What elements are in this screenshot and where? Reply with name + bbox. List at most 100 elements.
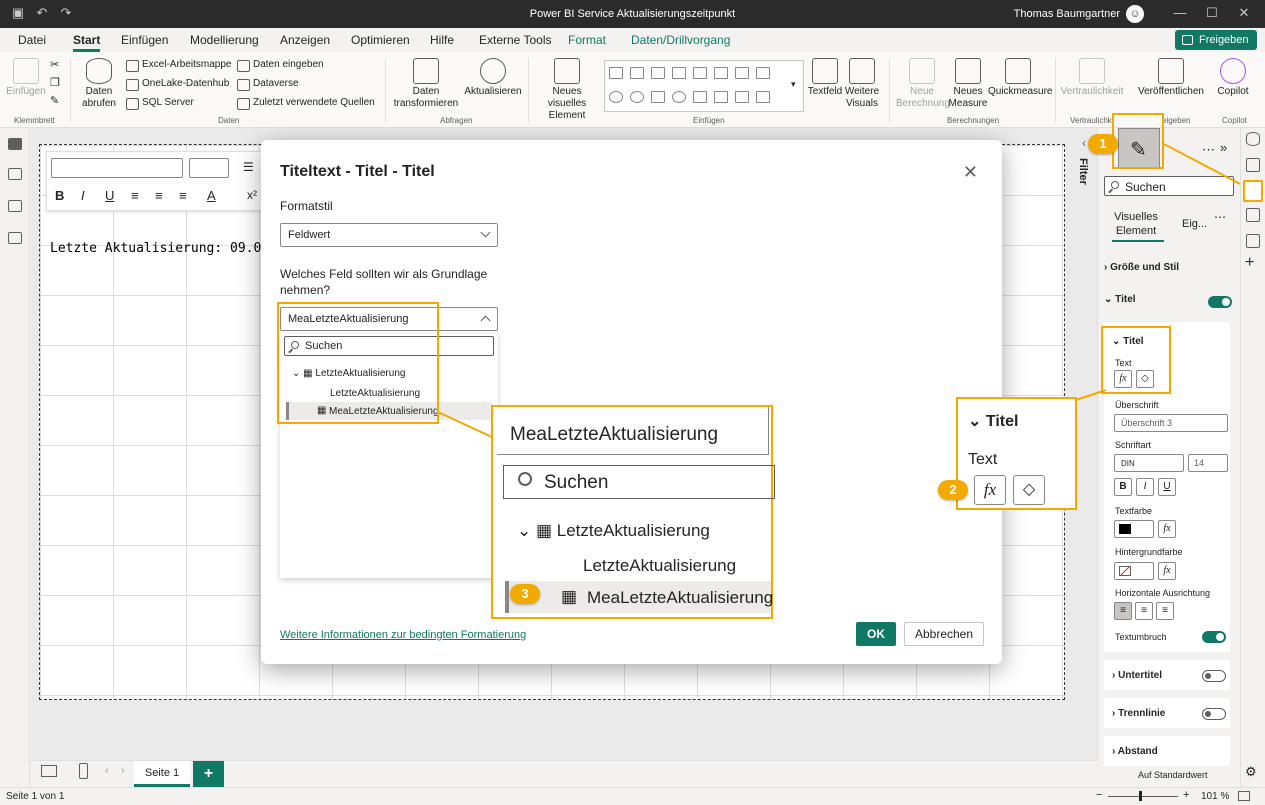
font-family-select[interactable] (51, 158, 183, 178)
refresh-button[interactable]: Aktualisieren (464, 58, 522, 98)
zoom-out-icon[interactable]: − (1096, 789, 1102, 801)
align-right-icon[interactable]: ≡ (179, 188, 187, 203)
divider-toggle[interactable] (1202, 708, 1226, 720)
tab-hilfe[interactable]: Hilfe (430, 33, 454, 47)
align-left-icon[interactable]: ≡ (131, 188, 139, 203)
tab-daten-drill[interactable]: Daten/Drillvorgang (631, 33, 730, 47)
italic-button[interactable]: I (1136, 478, 1154, 496)
tab-datei[interactable]: Datei (18, 33, 46, 47)
cancel-button[interactable]: Abbrechen (904, 622, 984, 646)
tab-format[interactable]: Format (568, 33, 606, 47)
size-style-section[interactable]: › Größe und Stil (1104, 262, 1230, 273)
format-style-dropdown[interactable]: Feldwert (280, 223, 498, 247)
superscript-icon[interactable]: x² (247, 188, 257, 202)
quick-measure-button[interactable]: Quickmeasure (988, 58, 1052, 98)
onelake-button[interactable]: OneLake-Datenhub (126, 77, 229, 91)
title-toggle[interactable] (1208, 296, 1232, 308)
font-size-input[interactable]: 14 (1188, 454, 1228, 472)
tab-externe-tools[interactable]: Externe Tools (479, 33, 552, 47)
copilot-button[interactable]: Copilot (1212, 58, 1254, 98)
model-view-icon[interactable] (8, 200, 22, 212)
clustered-bar-icon[interactable] (651, 67, 665, 79)
spacing-section[interactable]: › Abstand (1104, 736, 1230, 766)
recent-sources-button[interactable]: Zuletzt verwendete Quellen (237, 96, 375, 110)
maximize-icon[interactable]: ☐ (1204, 5, 1220, 21)
new-visual-button[interactable]: Neues visuelles Element (532, 58, 602, 122)
stacked-bar-icon[interactable] (609, 67, 623, 79)
kpi-icon[interactable] (714, 91, 728, 103)
line-chart-icon[interactable] (714, 67, 728, 79)
heading-dropdown[interactable]: Überschrift 3 (1114, 414, 1228, 432)
tab-einfuegen[interactable]: Einfügen (121, 33, 168, 47)
zoom-slider-thumb[interactable] (1139, 791, 1142, 801)
align-center-button[interactable]: ≡ (1135, 602, 1153, 620)
paste-button[interactable]: Einfügen (6, 58, 46, 98)
desktop-layout-icon[interactable] (41, 765, 57, 777)
matrix-icon[interactable] (756, 91, 770, 103)
table-icon[interactable] (735, 91, 749, 103)
prev-page-icon[interactable]: ‹ (105, 765, 109, 777)
cut-icon[interactable]: ✂ (50, 58, 59, 71)
copy-icon[interactable]: ❐ (50, 76, 60, 89)
card-icon[interactable] (693, 91, 707, 103)
analytics-icon[interactable] (1246, 208, 1260, 222)
publish-button[interactable]: Veröffentlichen (1136, 58, 1206, 98)
more-visuals-button[interactable]: Weitere Visuals (842, 58, 882, 110)
next-page-icon[interactable]: › (121, 765, 125, 777)
wrap-toggle[interactable] (1202, 631, 1226, 643)
share-button[interactable]: Freigeben ▾ (1175, 30, 1257, 66)
format-visual-icon[interactable] (1243, 180, 1263, 202)
underline-button[interactable]: U (1158, 478, 1176, 496)
transform-data-button[interactable]: Daten transformieren (390, 58, 462, 110)
donut-chart-icon[interactable] (630, 91, 644, 103)
textcolor-picker[interactable] (1114, 520, 1154, 538)
table-view-icon[interactable] (8, 168, 22, 180)
textcolor-fx-button[interactable]: fx (1158, 520, 1176, 538)
excel-button[interactable]: Excel-Arbeitsmappe (126, 58, 231, 72)
minimize-icon[interactable]: — (1172, 5, 1188, 21)
dialog-close-icon[interactable]: ✕ (963, 162, 978, 183)
tab-visual[interactable]: Visuelles Element (1112, 210, 1160, 238)
waterfall-icon[interactable] (756, 67, 770, 79)
area-chart-icon[interactable] (693, 67, 707, 79)
build-visual-icon[interactable] (1246, 158, 1260, 172)
close-icon[interactable]: ✕ (1236, 5, 1252, 21)
bold-icon[interactable]: B (55, 188, 64, 203)
sensitivity-button[interactable]: Vertraulichkeit (1060, 58, 1124, 98)
textbox-button[interactable]: Textfeld (806, 58, 844, 98)
page-tab-1[interactable]: Seite 1 (134, 761, 190, 787)
reset-default-link[interactable]: Auf Standardwert (1138, 770, 1208, 780)
align-right-button[interactable]: ≡ (1156, 602, 1174, 620)
font-size-select[interactable] (189, 158, 229, 178)
enter-data-button[interactable]: Daten eingeben (237, 58, 324, 72)
tab-anzeigen[interactable]: Anzeigen (280, 33, 330, 47)
font-dropdown[interactable]: DIN (1114, 454, 1184, 472)
bgcolor-picker[interactable] (1114, 562, 1154, 580)
tab-properties[interactable]: Eig... (1182, 218, 1207, 230)
dax-view-icon[interactable] (8, 232, 22, 244)
visual-gallery[interactable]: ▾ (604, 60, 804, 112)
bookmarks-icon[interactable] (1246, 234, 1260, 248)
tab-start[interactable]: Start (73, 33, 101, 52)
add-pane-icon[interactable]: + (1245, 254, 1254, 272)
align-left-button[interactable]: ≡ (1114, 602, 1132, 620)
settings-icon[interactable]: ⚙ (1245, 764, 1257, 780)
map-icon[interactable] (672, 91, 686, 103)
dataverse-button[interactable]: Dataverse (237, 77, 299, 91)
zoom-in-icon[interactable]: + (1183, 789, 1189, 801)
new-calc-button[interactable]: Neue Berechnung (896, 58, 950, 110)
font-color-icon[interactable]: A (207, 188, 216, 203)
report-view-icon[interactable] (8, 138, 22, 150)
avatar[interactable]: ☺ (1126, 5, 1144, 23)
zoom-slider[interactable] (1108, 796, 1178, 797)
tab-modellierung[interactable]: Modellierung (190, 33, 259, 47)
align-center-icon[interactable]: ≡ (155, 188, 163, 203)
add-page-button[interactable]: + (193, 761, 224, 787)
filter-pane-label[interactable]: Filter (1077, 158, 1089, 185)
ribbon-chart-icon[interactable] (735, 67, 749, 79)
mobile-layout-icon[interactable] (79, 763, 88, 779)
pie-chart-icon[interactable] (609, 91, 623, 103)
collapse-left-icon[interactable]: ‹ (1082, 136, 1086, 150)
tab-optimieren[interactable]: Optimieren (351, 33, 410, 47)
bold-button[interactable]: B (1114, 478, 1132, 496)
